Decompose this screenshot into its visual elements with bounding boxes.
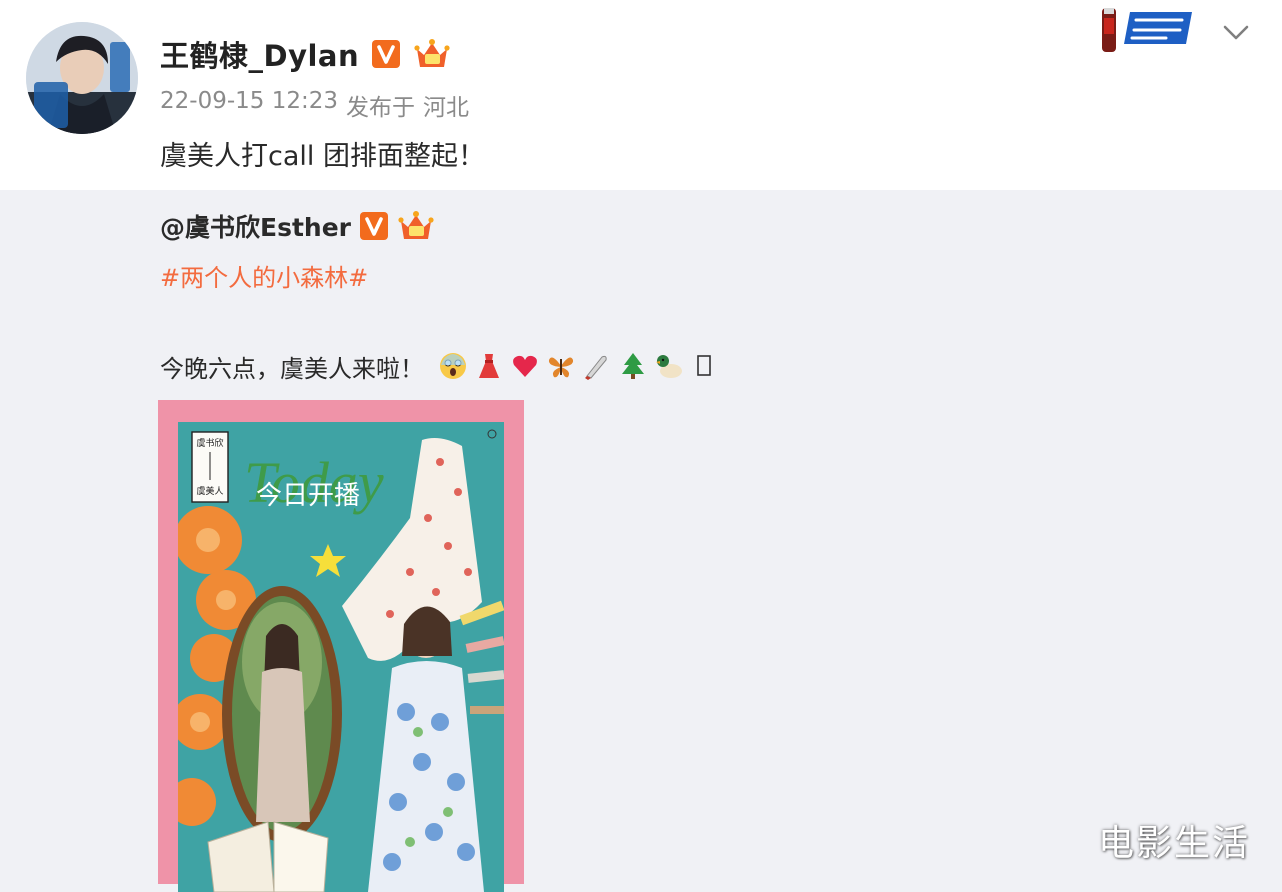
tree-icon [618, 351, 648, 381]
username-row: 王鹤棣_Dylan [160, 32, 451, 76]
member-crown-icon[interactable] [413, 37, 451, 71]
red-dress-icon [474, 351, 504, 381]
username[interactable]: 王鹤棣_Dylan [160, 33, 359, 75]
repost-author-row: @虞书欣Esther [160, 206, 435, 246]
verified-v-icon [371, 39, 401, 69]
post-timestamp[interactable]: 22-09-15 12:23 [160, 88, 338, 122]
post-header: 王鹤棣_Dylan 22-09-15 12:23 发布于 河北 虞美人打call… [0, 0, 1282, 190]
published-label: 发布于 [346, 95, 415, 121]
butterfly-icon [546, 351, 576, 381]
post-location: 河北 [423, 95, 469, 121]
post-text: 虞美人打call 团排面整起！ [160, 141, 485, 172]
repost-author[interactable]: @虞书欣Esther [160, 208, 351, 244]
post-meta: 22-09-15 12:23 发布于 河北 [160, 88, 469, 122]
poster-brand-top: 虞书欣 [196, 437, 223, 449]
avatar[interactable] [26, 22, 138, 134]
watermark: 电影生活 [1098, 823, 1251, 864]
member-crown-icon[interactable] [397, 209, 435, 243]
poster-artwork: 虞书欣 虞美人 Today 今日开播 [178, 422, 504, 892]
verified-v-icon [359, 211, 389, 241]
missing-glyph-icon [690, 351, 720, 381]
scream-face-icon [438, 351, 468, 381]
poster-headline: 今日开播 [256, 481, 360, 511]
repost-text-row: 今晚六点，虞美人来啦！ [160, 346, 720, 386]
heart-icon [510, 351, 540, 381]
repost-text: 今晚六点，虞美人来啦！ [160, 354, 424, 383]
duck-icon [654, 351, 684, 381]
chevron-down-icon[interactable] [1220, 18, 1252, 46]
knife-icon [582, 351, 612, 381]
poster-brand-bottom: 虞美人 [196, 485, 223, 497]
hashtag-link[interactable]: #两个人的小森林# [160, 258, 368, 293]
promo-badge-icon[interactable] [1096, 4, 1200, 54]
poster-image[interactable]: 虞书欣 虞美人 Today 今日开播 [158, 400, 524, 892]
